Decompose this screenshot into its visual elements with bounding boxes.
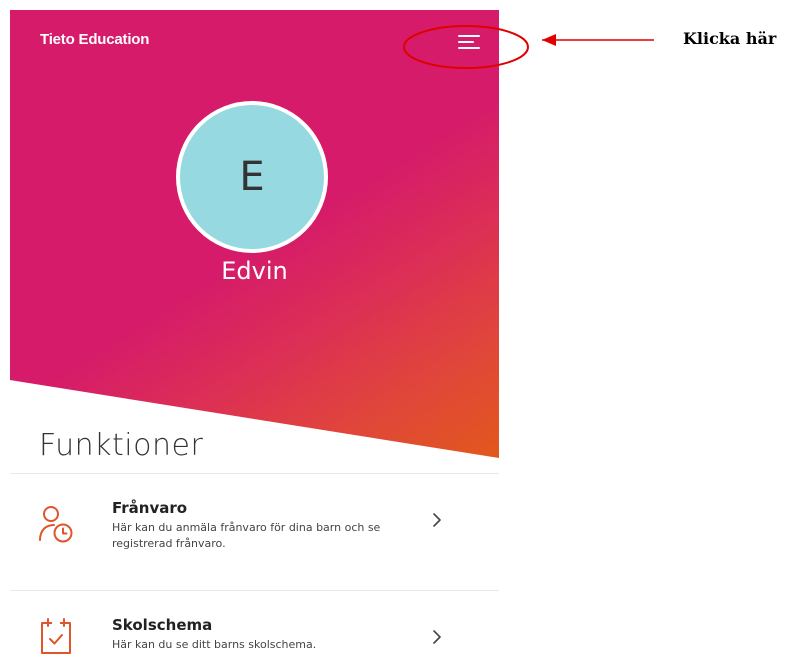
function-item-description: Här kan du anmäla frånvaro för dina barn… bbox=[112, 521, 381, 550]
avatar: E bbox=[176, 101, 328, 253]
page: Tieto Education E Edvin Funktioner Frånv… bbox=[0, 0, 812, 666]
calendar-check-icon bbox=[41, 618, 71, 654]
function-item-franvaro[interactable]: Frånvaro Här kan du anmäla frånvaro för … bbox=[10, 474, 499, 564]
function-item-title: Skolschema bbox=[112, 616, 213, 634]
function-item-skolschema[interactable]: Skolschema Här kan du se ditt barns skol… bbox=[10, 591, 499, 666]
brand-logo-text: Tieto Education bbox=[40, 31, 150, 48]
annotation-arrow-icon bbox=[542, 34, 654, 46]
chevron-right-icon bbox=[433, 513, 441, 527]
function-item-title: Frånvaro bbox=[112, 499, 188, 517]
section-title: Funktioner bbox=[39, 428, 204, 463]
annotation-highlight-ellipse bbox=[403, 25, 529, 69]
function-item-description: Här kan du se ditt barns skolschema. bbox=[112, 638, 317, 651]
annotation-label: Klicka här bbox=[683, 29, 777, 48]
avatar-initial: E bbox=[239, 154, 265, 200]
chevron-right-icon bbox=[433, 630, 441, 644]
absence-person-clock-icon bbox=[39, 506, 73, 543]
app-screen: Tieto Education E Edvin Funktioner Frånv… bbox=[10, 10, 499, 666]
profile-name: Edvin bbox=[221, 257, 288, 285]
